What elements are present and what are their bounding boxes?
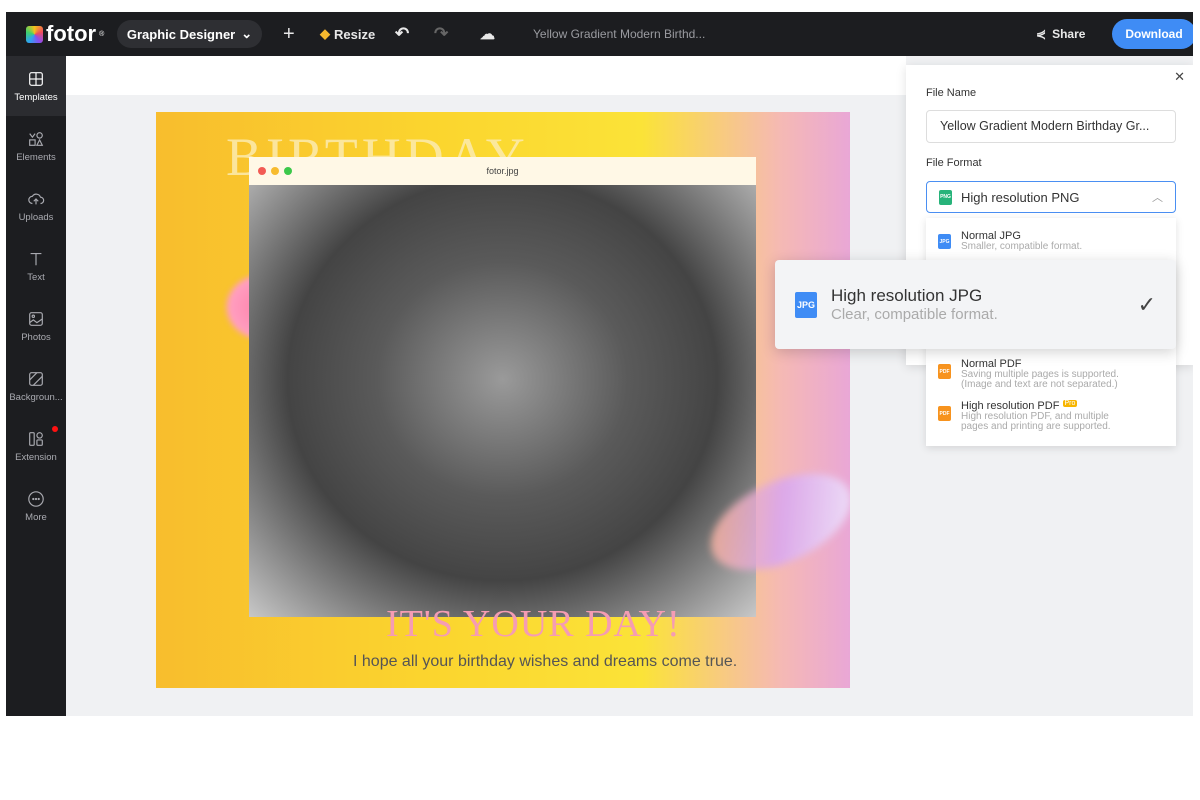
chevron-up-icon: ︿ xyxy=(1152,192,1163,204)
add-icon[interactable]: + xyxy=(283,12,295,56)
option-desc: Smaller, compatible format. xyxy=(961,241,1083,252)
upload-cloud-icon xyxy=(28,193,45,204)
option-title: High resolution JPG xyxy=(831,286,983,305)
text-icon xyxy=(30,252,42,265)
pdf-file-icon: PDF xyxy=(938,406,951,421)
browser-bar: fotor.jpg xyxy=(249,157,756,185)
file-format-select[interactable]: PNG High resolution PNG ︿ xyxy=(926,181,1176,213)
sidebar-item-label: More xyxy=(25,511,47,523)
chevron-down-icon: ⌄ xyxy=(241,26,253,41)
share-button[interactable]: ⋞ Share xyxy=(1036,12,1085,56)
option-desc: Clear, compatible format. xyxy=(831,306,998,323)
option-desc: (Image and text are not separated.) xyxy=(961,379,1118,390)
sidebar-item-label: Extension xyxy=(15,451,57,463)
sidebar-item-extension[interactable]: Extension xyxy=(6,416,66,476)
pdf-file-icon: PDF xyxy=(938,364,951,379)
sidebar-item-more[interactable]: More xyxy=(6,476,66,536)
sidebar-item-label: Photos xyxy=(21,331,51,343)
sidebar-item-label: Uploads xyxy=(18,211,54,223)
canvas-toolbar-area xyxy=(66,56,906,95)
fotor-logo[interactable]: fotor ® xyxy=(26,21,104,47)
photo-frame[interactable]: fotor.jpg xyxy=(249,157,756,617)
sidebar: Templates Elements Uploads Text Photos Backgr… xyxy=(6,56,66,716)
sidebar-item-text[interactable]: Text xyxy=(6,236,66,296)
sidebar-item-label: Templates xyxy=(14,91,58,103)
option-high-res-pdf[interactable]: PDF High resolution PDF Pro High resoluti… xyxy=(938,400,1111,432)
templates-icon xyxy=(29,71,43,86)
top-bar: fotor ® Graphic Designer ⌄ + ◆ Resize ↶ ↷ ☁… xyxy=(6,12,1193,56)
sidebar-item-photos[interactable]: Photos xyxy=(6,296,66,356)
document-title[interactable]: Yellow Gradient Modern Birthd... xyxy=(533,12,705,56)
elements-icon xyxy=(29,131,44,146)
file-name-label: File Name xyxy=(926,87,977,99)
share-icon: ⋞ xyxy=(1036,27,1047,41)
diamond-icon: ◆ xyxy=(320,26,330,41)
sidebar-item-label: Backgroun... xyxy=(9,391,63,403)
portrait-photo[interactable] xyxy=(249,185,756,617)
redo-icon[interactable]: ↷ xyxy=(434,12,448,56)
png-file-icon: PNG xyxy=(939,189,952,205)
file-name-input[interactable]: Yellow Gradient Modern Birthday Gr... xyxy=(926,110,1176,143)
mode-label: Graphic Designer xyxy=(126,26,236,42)
jpg-file-icon: JPG xyxy=(938,234,951,249)
more-icon xyxy=(28,490,44,507)
option-high-res-jpg[interactable]: JPG High resolution JPG Clear, compatible… xyxy=(775,260,1176,349)
mode-dropdown[interactable]: Graphic Designer ⌄ xyxy=(117,20,262,48)
background-icon xyxy=(29,371,43,386)
design-canvas[interactable]: BIRTHDAY fotor.jpg IT'S YOUR DAY! I hope… xyxy=(156,112,850,688)
sidebar-item-uploads[interactable]: Uploads xyxy=(6,176,66,236)
close-icon[interactable]: ✕ xyxy=(1174,69,1185,85)
sidebar-item-label: Text xyxy=(27,271,45,283)
extension-icon xyxy=(29,431,43,446)
message-text[interactable]: I hope all your birthday wishes and drea… xyxy=(353,653,737,671)
app: fotor ® Graphic Designer ⌄ + ◆ Resize ↶ ↷ ☁… xyxy=(6,12,1193,716)
file-format-label: File Format xyxy=(926,157,982,169)
sidebar-item-templates[interactable]: Templates xyxy=(6,56,66,116)
selected-format: High resolution PNG xyxy=(961,189,1080,205)
checkmark-icon: ✓ xyxy=(1137,291,1156,317)
option-normal-pdf[interactable]: PDF Normal PDF Saving multiple pages is s… xyxy=(938,358,1119,390)
download-button[interactable]: Download xyxy=(1112,19,1193,49)
resize-button[interactable]: ◆ Resize xyxy=(320,12,375,56)
photo-icon xyxy=(29,311,43,326)
sidebar-item-elements[interactable]: Elements xyxy=(6,116,66,176)
cloud-upload-icon[interactable]: ☁ xyxy=(480,12,495,56)
resize-label: Resize xyxy=(334,26,376,42)
undo-icon[interactable]: ↶ xyxy=(395,12,409,56)
notification-dot xyxy=(52,426,58,432)
sidebar-item-backgroun[interactable]: Backgroun... xyxy=(6,356,66,416)
option-normal-jpg[interactable]: JPG Normal JPG Smaller, compatible format… xyxy=(938,230,1082,252)
share-label: Share xyxy=(1052,27,1086,41)
browser-title: fotor.jpg xyxy=(486,166,519,176)
pro-badge: Pro xyxy=(1062,400,1078,407)
tagline-text[interactable]: IT'S YOUR DAY! xyxy=(386,602,681,646)
option-desc: pages and printing are supported. xyxy=(961,421,1111,432)
sidebar-item-label: Elements xyxy=(16,151,56,163)
logo-text: fotor xyxy=(46,21,97,46)
jpg-file-icon: JPG xyxy=(795,291,817,318)
